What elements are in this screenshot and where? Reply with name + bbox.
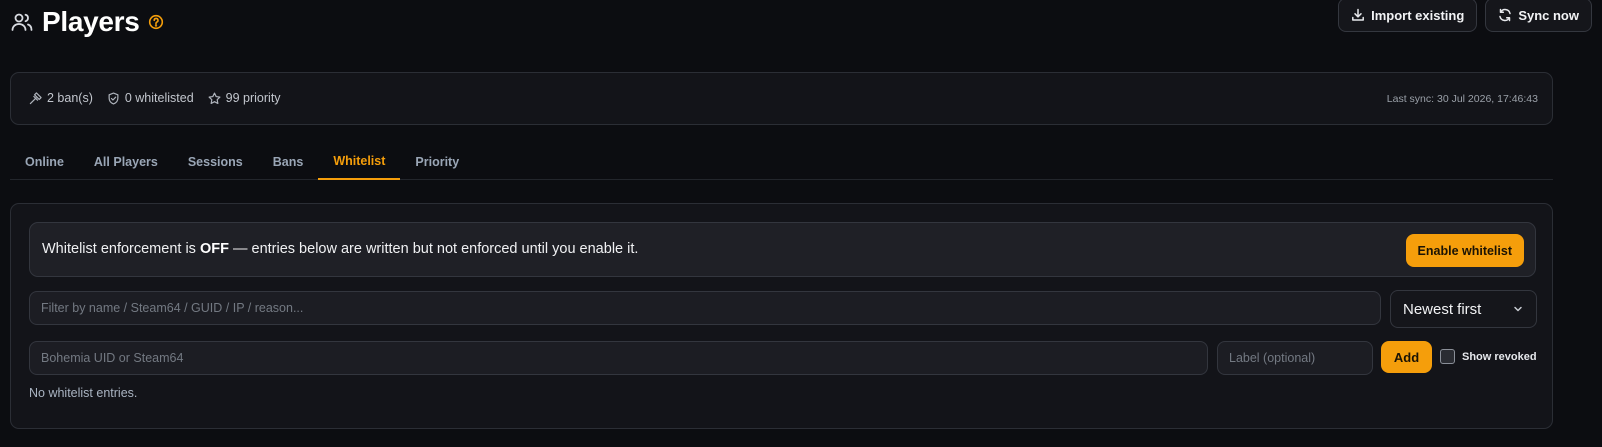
stats-list: 2 ban(s) 0 whitelisted 99 priority bbox=[29, 91, 281, 105]
star-icon bbox=[208, 92, 221, 105]
import-existing-button[interactable]: Import existing bbox=[1338, 0, 1478, 32]
uid-input[interactable] bbox=[29, 341, 1208, 375]
page-title: Players bbox=[42, 6, 140, 37]
notice-prefix: Whitelist enforcement is bbox=[42, 241, 200, 257]
stat-priority-label: 99 priority bbox=[225, 91, 281, 105]
tab-bar: Online All Players Sessions Bans Whiteli… bbox=[10, 144, 1553, 180]
label-input[interactable] bbox=[1217, 341, 1373, 375]
tab-bans[interactable]: Bans bbox=[258, 144, 319, 180]
sort-selected-value: Newest first bbox=[1403, 300, 1482, 318]
stats-card: 2 ban(s) 0 whitelisted 99 priority Last … bbox=[10, 72, 1553, 125]
stat-priority: 99 priority bbox=[208, 91, 281, 105]
filter-input[interactable] bbox=[29, 291, 1381, 325]
sort-select[interactable]: Newest first bbox=[1390, 290, 1537, 328]
header-actions: Import existing Sync now bbox=[1338, 0, 1592, 32]
sync-now-button[interactable]: Sync now bbox=[1485, 0, 1592, 32]
tab-priority[interactable]: Priority bbox=[400, 144, 474, 180]
notice-text: Whitelist enforcement is OFF — entries b… bbox=[42, 241, 638, 257]
tab-online[interactable]: Online bbox=[10, 144, 79, 180]
notice-suffix: — entries below are written but not enfo… bbox=[228, 241, 639, 257]
help-circle-icon[interactable] bbox=[148, 14, 164, 30]
users-icon bbox=[10, 10, 34, 34]
enforcement-notice: Whitelist enforcement is OFF — entries b… bbox=[29, 222, 1536, 277]
add-button[interactable]: Add bbox=[1381, 341, 1432, 373]
stat-whitelisted: 0 whitelisted bbox=[107, 91, 194, 105]
tab-whitelist[interactable]: Whitelist bbox=[318, 144, 401, 180]
stat-bans: 2 ban(s) bbox=[29, 91, 93, 105]
download-icon bbox=[1351, 8, 1365, 22]
tab-all-players[interactable]: All Players bbox=[79, 144, 173, 180]
import-existing-label: Import existing bbox=[1371, 7, 1465, 23]
chevron-down-icon bbox=[1512, 303, 1524, 315]
tab-sessions[interactable]: Sessions bbox=[173, 144, 258, 180]
show-revoked-checkbox[interactable] bbox=[1440, 349, 1455, 364]
shield-check-icon bbox=[107, 92, 120, 105]
show-revoked-toggle[interactable]: Show revoked bbox=[1440, 349, 1537, 364]
stat-bans-label: 2 ban(s) bbox=[47, 91, 93, 105]
whitelist-panel: Whitelist enforcement is OFF — entries b… bbox=[10, 203, 1553, 429]
sync-now-label: Sync now bbox=[1518, 7, 1579, 23]
refresh-icon bbox=[1498, 8, 1512, 22]
page-header: Players Import existing Sync now bbox=[10, 0, 1592, 44]
stat-whitelisted-label: 0 whitelisted bbox=[124, 91, 194, 105]
enable-whitelist-button[interactable]: Enable whitelist bbox=[1405, 234, 1524, 267]
last-sync: Last sync: 30 Jul 2026, 17:46:43 bbox=[1386, 93, 1538, 105]
notice-state: OFF bbox=[199, 241, 229, 257]
empty-message: No whitelist entries. bbox=[29, 386, 138, 400]
show-revoked-label: Show revoked bbox=[1462, 350, 1537, 363]
hammer-icon bbox=[29, 91, 42, 105]
title-group: Players bbox=[10, 6, 164, 38]
